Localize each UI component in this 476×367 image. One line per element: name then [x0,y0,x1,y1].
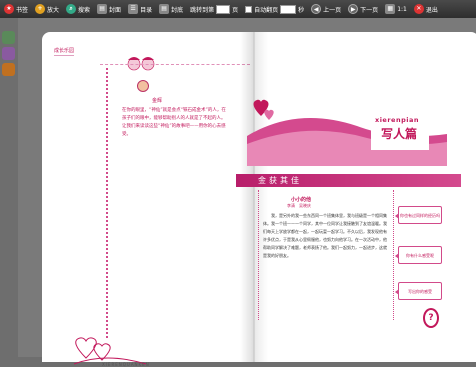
right-margin-rule [393,190,394,320]
article-title: 小小的他 [291,197,312,203]
zoom-in-button[interactable]: + 放大 [33,2,61,16]
actual-size-button[interactable]: ▦ 1:1 [383,2,409,16]
page-unit-label: 页 [232,6,239,14]
bookmark-button[interactable]: ★ 书签 [2,2,30,16]
cover-label: 封面 [109,6,122,14]
left-sidebar [0,28,18,348]
search-icon: ⌕ [66,4,77,14]
jump-to-page: 跳转到第 页 [188,2,240,16]
bookmark-label: 书签 [16,6,29,14]
toc-label: 目录 [140,6,153,14]
margin-note-text: 你有什么感受呢 [406,253,434,258]
exit-icon: ✕ [413,4,424,14]
toc-icon: ☰ [128,4,139,14]
right-page[interactable] [254,32,476,362]
arrow-right-icon: ▶ [348,4,359,14]
margin-note: 你有什么感受呢 [395,246,442,264]
auto-flip: 自动翻页 秒 [243,2,306,16]
margin-note: 你也有过同样的经历吗 [395,206,442,224]
toc-button[interactable]: ☰ 目录 [126,2,154,16]
toolbar: ★ 书签 + 放大 ⌕ 搜索 ▤ 封面 ☰ 目录 ▤ 封底 跳转到第 页 自动翻… [0,0,476,18]
seconds-label: 秒 [298,6,305,14]
back-cover-icon: ▤ [159,4,170,14]
next-page-button[interactable]: ▶ 下一页 [346,2,380,16]
cover-icon: ▤ [97,4,108,14]
share-icon[interactable] [2,47,15,60]
book-spine [240,32,268,362]
exit-button[interactable]: ✕ 退出 [412,2,440,16]
dotted-rule [106,68,108,338]
search-label: 搜索 [78,6,91,14]
margin-note: 写出你的感受 [395,282,442,300]
article-body: 我，是另外的我一些东西同一个班集体里，我与班级是一个相同集体。我一个班——一个同… [263,213,387,258]
auto-flip-checkbox[interactable] [245,5,253,13]
margin-note-text: 你也有过同样的经历吗 [400,213,440,218]
page-number-input[interactable] [216,4,231,14]
chapter-title-cn: 写人篇 [381,127,418,141]
auto-flip-label: 自动翻页 [254,6,279,14]
intro-title: 金辉 [152,98,163,104]
prev-page-button[interactable]: ◀ 上一页 [309,2,343,16]
flip-interval-input[interactable] [280,4,297,14]
back-cover-button[interactable]: ▤ 封底 [157,2,185,16]
cover-button[interactable]: ▤ 封面 [95,2,123,16]
mascot-glyph: ? [428,313,434,323]
page-brand: XIERENQUANKEN [102,362,150,367]
exit-label: 退出 [425,6,438,14]
page-mascot-icon: ? [423,308,439,328]
article-author: 李清 吴晓庆 [287,203,311,208]
bookmark-icon: ★ [4,4,14,14]
banner-title: 金获其佳 [258,176,302,185]
search-button[interactable]: ⌕ 搜索 [64,2,92,16]
ratio-label: 1:1 [397,5,407,13]
prev-label: 上一页 [323,6,342,14]
help-icon[interactable] [2,63,15,76]
next-label: 下一页 [360,6,379,14]
book-stage: 成长乐园 金辉 在你的眼里，“神仙”就是会点“铁石成金术”的人，在孩子们的眼中，… [18,18,476,367]
arrow-left-icon: ◀ [311,4,322,14]
hearts-illustration [73,337,147,365]
section-tag: 成长乐园 [54,48,75,56]
chapter-title-en: xierenpian [375,116,419,124]
zoom-in-label: 放大 [47,6,60,14]
back-cover-label: 封底 [171,6,184,14]
left-margin-rule [258,190,259,320]
margin-note-text: 写出你的感受 [408,289,432,294]
intro-text: 在你的眼里，“神仙”就是会点“铁石成金术”的人，在孩子们的眼中，能够帮助别人的人… [122,108,226,137]
divider [100,64,250,65]
grid-icon: ▦ [385,4,396,14]
thumbnail-icon[interactable] [2,31,15,44]
jump-label: 跳转到第 [190,6,215,14]
zoom-in-icon: + [35,4,46,14]
left-page[interactable]: 成长乐园 金辉 在你的眼里，“神仙”就是会点“铁石成金术”的人，在孩子们的眼中，… [42,32,254,367]
author-avatar [137,80,149,92]
